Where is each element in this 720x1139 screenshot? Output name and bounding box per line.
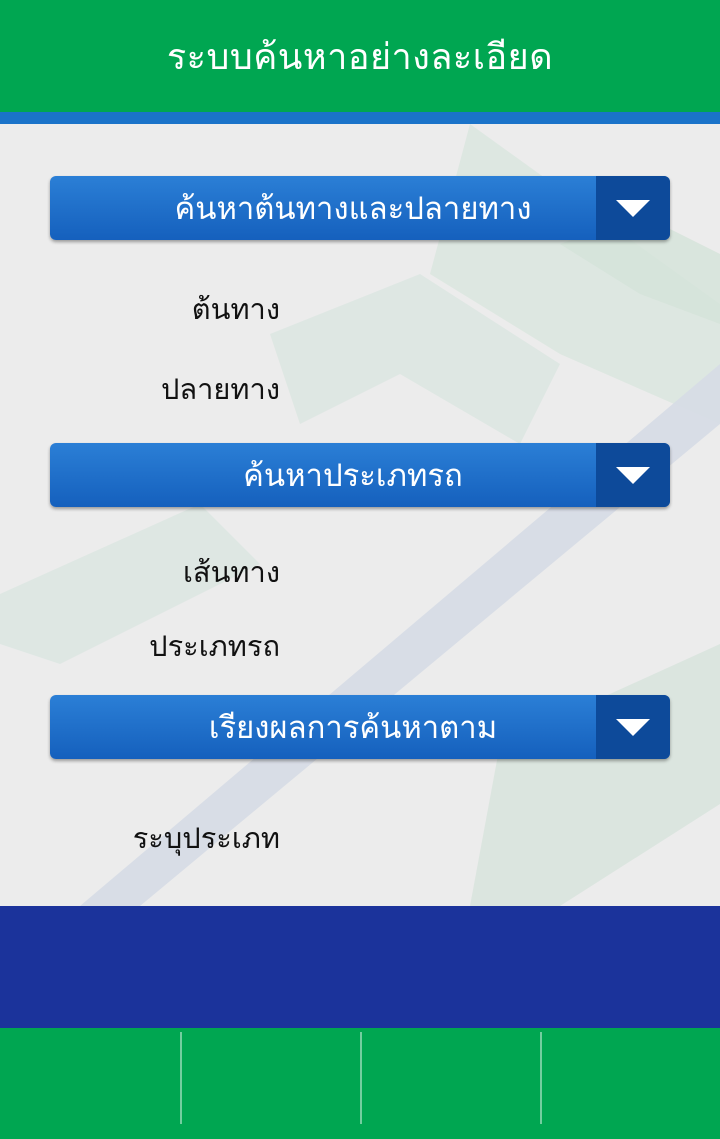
dropdown-vehicle-type[interactable]: ค้นหาประเภทรถ <box>50 443 670 507</box>
chevron-down-icon <box>616 199 650 217</box>
origin-field[interactable] <box>300 284 660 330</box>
search-form: ค้นหาต้นทางและปลายทาง ต้นทาง ปลายทาง ค้น… <box>0 124 720 906</box>
destination-field[interactable] <box>300 364 660 410</box>
dropdown-origin-destination[interactable]: ค้นหาต้นทางและปลายทาง <box>50 176 670 240</box>
page-title: ระบบค้นหาอย่างละเอียด <box>166 36 554 78</box>
action-band <box>0 906 720 1028</box>
specify-type-label: ระบุประเภท <box>132 821 280 855</box>
nav-item-4[interactable] <box>540 1028 720 1139</box>
header-accent-stripe <box>0 112 720 124</box>
dropdown-label: เรียงผลการค้นหาตาม <box>208 710 498 746</box>
app-header: ระบบค้นหาอย่างละเอียด <box>0 0 720 112</box>
specify-type-field[interactable] <box>300 813 660 859</box>
chevron-down-icon <box>616 466 650 484</box>
background-watermark <box>0 124 720 906</box>
route-label: เส้นทาง <box>183 555 280 589</box>
dropdown-label: ค้นหาประเภทรถ <box>243 458 463 494</box>
dropdown-toggle[interactable] <box>596 695 670 759</box>
nav-item-1[interactable] <box>0 1028 180 1139</box>
destination-label: ปลายทาง <box>160 372 280 406</box>
dropdown-toggle[interactable] <box>596 176 670 240</box>
origin-label: ต้นทาง <box>191 292 280 326</box>
dropdown-sort-results[interactable]: เรียงผลการค้นหาตาม <box>50 695 670 759</box>
dropdown-label: ค้นหาต้นทางและปลายทาง <box>174 191 532 227</box>
bottom-navigation <box>0 1028 720 1139</box>
nav-item-2[interactable] <box>180 1028 360 1139</box>
chevron-down-icon <box>616 718 650 736</box>
route-field[interactable] <box>300 547 660 593</box>
vehicle-type-label: ประเภทรถ <box>149 629 280 663</box>
dropdown-toggle[interactable] <box>596 443 670 507</box>
nav-item-3[interactable] <box>360 1028 540 1139</box>
vehicle-type-field[interactable] <box>300 621 660 667</box>
